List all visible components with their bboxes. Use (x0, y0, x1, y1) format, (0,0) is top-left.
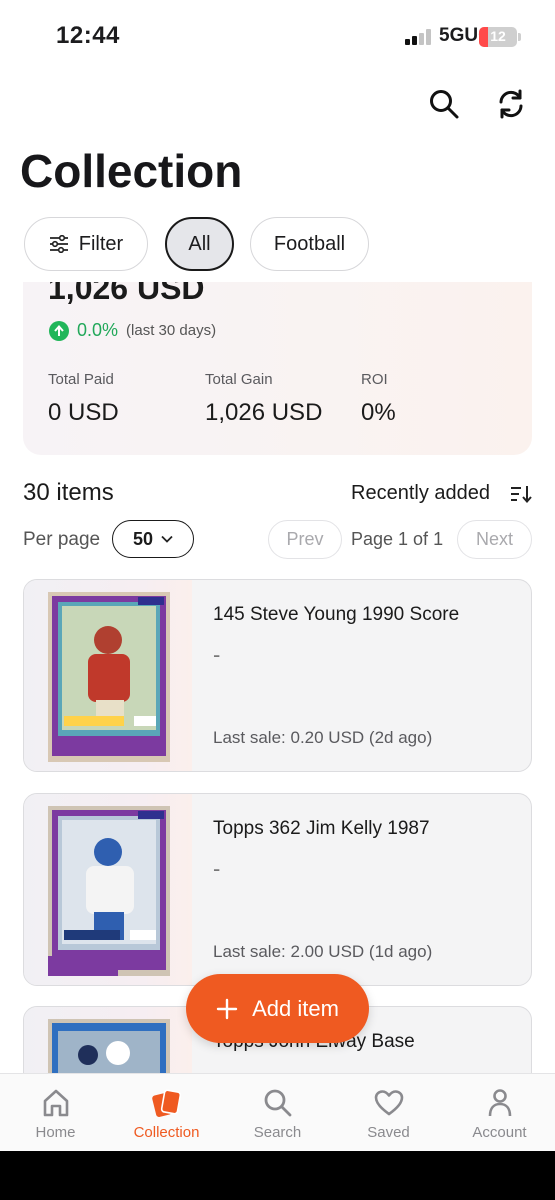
filter-label: Filter (78, 232, 124, 255)
add-item-label: Add item (252, 995, 339, 1021)
item-title: 145 Steve Young 1990 Score (213, 604, 460, 625)
card-image (48, 806, 170, 976)
item-subtitle: - (213, 856, 221, 881)
battery-level: 12 (490, 28, 506, 44)
total-value: 1,026 USD (48, 282, 205, 306)
change-row: 0.0% (last 30 days) (49, 320, 216, 341)
nav-search[interactable]: Search (222, 1074, 333, 1152)
sliders-icon (49, 235, 68, 253)
prev-button[interactable]: Prev (268, 520, 342, 559)
stat-value-total-paid: 0 USD (48, 399, 119, 426)
battery-icon: 12 (479, 27, 517, 47)
stat-value-roi: 0% (361, 399, 396, 426)
items-count: 30 items (23, 479, 114, 506)
plus-icon (216, 998, 238, 1019)
filter-button[interactable]: Filter (24, 217, 148, 271)
home-indicator-bar (0, 1151, 555, 1200)
status-time: 12:44 (56, 22, 120, 49)
chevron-down-icon (161, 535, 173, 543)
chip-label: All (188, 232, 211, 255)
item-last-sale: Last sale: 0.20 USD (2d ago) (213, 728, 433, 747)
nav-label: Saved (367, 1124, 410, 1141)
status-bar: 12:44 5GUC 12 (0, 0, 555, 70)
add-item-button[interactable]: Add item (186, 974, 369, 1043)
page-indicator: Page 1 of 1 (351, 529, 444, 549)
list-item[interactable]: 145 Steve Young 1990 Score - Last sale: … (23, 579, 532, 772)
item-last-sale: Last sale: 2.00 USD (1d ago) (213, 942, 433, 961)
cards-icon (150, 1086, 184, 1120)
refresh-icon (499, 89, 523, 119)
battery-cap (518, 33, 521, 41)
item-title: Topps 362 Jim Kelly 1987 (213, 818, 430, 839)
person-icon (483, 1086, 517, 1120)
stat-label-roi: ROI (361, 371, 388, 388)
bottom-nav: Home Collection Search Saved Account (0, 1073, 555, 1151)
nav-collection[interactable]: Collection (111, 1074, 222, 1152)
stat-label-total-gain: Total Gain (205, 371, 273, 388)
per-page-value: 50 (132, 528, 154, 549)
search-icon (261, 1086, 295, 1120)
sort-icon[interactable] (509, 483, 533, 505)
heart-icon (372, 1086, 406, 1120)
chip-football[interactable]: Football (250, 217, 369, 271)
chip-label: Football (273, 232, 346, 255)
refresh-button[interactable] (493, 86, 529, 122)
per-page-select[interactable]: 50 (112, 520, 194, 558)
home-icon (39, 1086, 73, 1120)
stat-label-total-paid: Total Paid (48, 371, 114, 388)
per-page-label: Per page (23, 529, 101, 550)
search-button[interactable] (426, 86, 462, 122)
nav-label: Account (472, 1124, 527, 1141)
next-button[interactable]: Next (457, 520, 532, 559)
nav-saved[interactable]: Saved (333, 1074, 444, 1152)
nav-home[interactable]: Home (0, 1074, 111, 1152)
nav-label: Collection (133, 1124, 200, 1141)
change-period: (last 30 days) (126, 322, 217, 339)
signal-icon (405, 29, 433, 45)
nav-account[interactable]: Account (444, 1074, 555, 1152)
item-subtitle: - (213, 642, 221, 667)
summary-card: 1,026 USD 0.0% (last 30 days) Total Paid… (23, 282, 532, 455)
change-percent: 0.0% (77, 320, 119, 340)
nav-label: Home (35, 1124, 76, 1141)
sort-dropdown[interactable]: Recently added (351, 482, 490, 505)
chip-all[interactable]: All (165, 217, 234, 271)
card-image (48, 592, 170, 762)
list-item[interactable]: Topps 362 Jim Kelly 1987 - Last sale: 2.… (23, 793, 532, 986)
stat-value-total-gain: 1,026 USD (205, 399, 323, 426)
search-icon (430, 90, 459, 119)
nav-label: Search (253, 1124, 302, 1141)
arrow-up-icon (49, 320, 69, 341)
page-title: Collection (20, 145, 243, 197)
